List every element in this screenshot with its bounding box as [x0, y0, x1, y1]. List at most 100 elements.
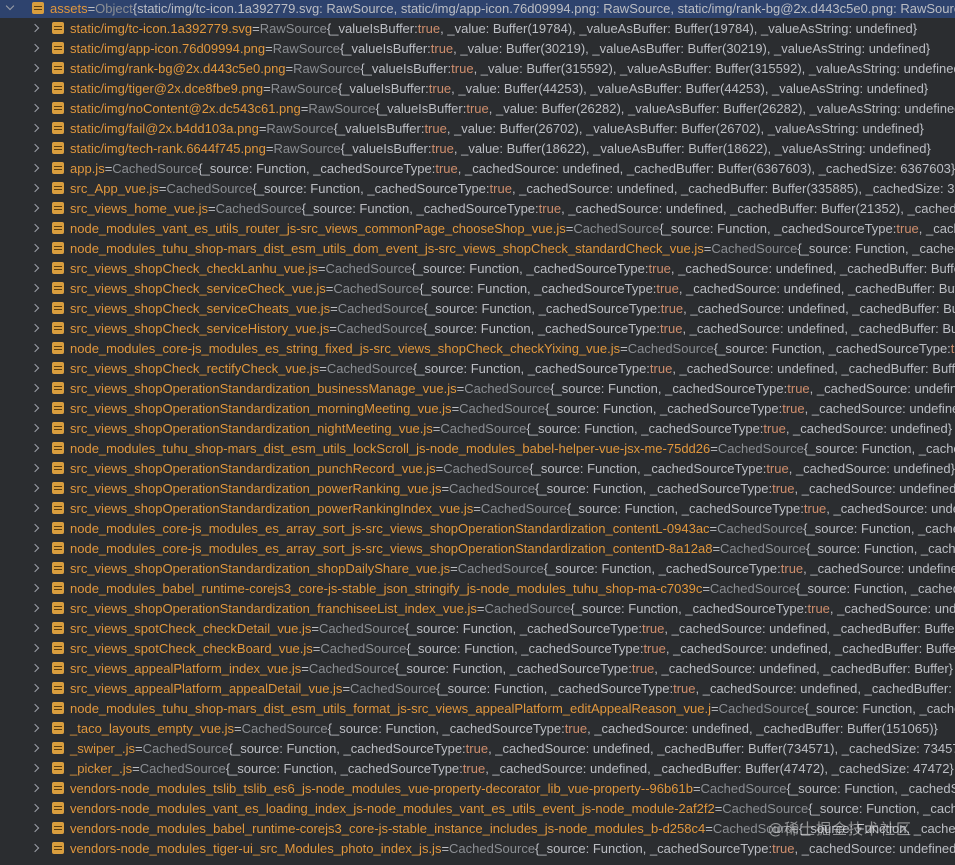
variable-value-prefix: {_source: Function, _cachedSourceType: — [526, 420, 764, 436]
chevron-right-icon[interactable] — [30, 542, 42, 554]
tree-row[interactable]: node_modules_tuhu_shop-mars_dist_esm_uti… — [0, 698, 955, 718]
chevron-right-icon[interactable] — [30, 102, 42, 114]
tree-row[interactable]: node_modules_core-js_modules_es_string_f… — [0, 338, 955, 358]
chevron-right-icon[interactable] — [30, 402, 42, 414]
chevron-right-icon[interactable] — [30, 722, 42, 734]
tree-row[interactable]: node_modules_core-js_modules_es_array_so… — [0, 518, 955, 538]
tree-row[interactable]: src_views_shopOperationStandardization_s… — [0, 558, 955, 578]
tree-row[interactable]: node_modules_babel_runtime-corejs3_core-… — [0, 578, 955, 598]
variable-type: CachedSource — [215, 200, 302, 216]
tree-row[interactable]: static/img/tc-icon.1a392779.svg = RawSou… — [0, 18, 955, 38]
chevron-right-icon[interactable] — [30, 562, 42, 574]
tree-row[interactable]: src_views_shopOperationStandardization_f… — [0, 598, 955, 618]
chevron-right-icon[interactable] — [30, 782, 42, 794]
chevron-right-icon[interactable] — [30, 582, 42, 594]
tree-row[interactable]: src_views_appealPlatform_appealDetail_vu… — [0, 678, 955, 698]
tree-row[interactable]: _picker_.js = CachedSource {_source: Fun… — [0, 758, 955, 778]
equals-sign: = — [432, 420, 441, 436]
chevron-right-icon[interactable] — [30, 282, 42, 294]
variable-icon — [52, 102, 64, 114]
chevron-right-icon[interactable] — [30, 182, 42, 194]
chevron-right-icon[interactable] — [30, 842, 42, 854]
tree-row[interactable]: src_views_shopCheck_serviceHistory_vue.j… — [0, 318, 955, 338]
variable-value-prefix: {_source: Function, _cachedSourceType: — [394, 660, 632, 676]
chevron-right-icon[interactable] — [30, 262, 42, 274]
tree-row[interactable]: static/img/tech-rank.6644f745.png = RawS… — [0, 138, 955, 158]
tree-row[interactable]: static/img/tiger@2x.dce8fbe9.png = RawSo… — [0, 78, 955, 98]
tree-row[interactable]: node_modules_tuhu_shop-mars_dist_esm_uti… — [0, 238, 955, 258]
variable-name: src_views_shopOperationStandardization_p… — [70, 480, 442, 496]
chevron-right-icon[interactable] — [30, 522, 42, 534]
chevron-right-icon[interactable] — [30, 702, 42, 714]
chevron-right-icon[interactable] — [30, 22, 42, 34]
variable-icon — [52, 582, 64, 594]
variable-icon — [52, 482, 64, 494]
tree-row[interactable]: _swiper_.js = CachedSource {_source: Fun… — [0, 738, 955, 758]
tree-row[interactable]: node_modules_core-js_modules_es_array_so… — [0, 538, 955, 558]
variable-name: static/img/tiger@2x.dce8fbe9.png — [70, 80, 264, 96]
tree-row[interactable]: src_views_shopOperationStandardization_m… — [0, 398, 955, 418]
tree-row[interactable]: src_views_shopCheck_serviceCheck_vue.js … — [0, 278, 955, 298]
chevron-right-icon[interactable] — [30, 162, 42, 174]
tree-row-assets[interactable]: assets = Object {static/img/tc-icon.1a39… — [0, 0, 955, 18]
tree-row[interactable]: src_App_vue.js = CachedSource {_source: … — [0, 178, 955, 198]
chevron-right-icon[interactable] — [30, 202, 42, 214]
tree-row[interactable]: static/img/noContent@2x.dc543c61.png = R… — [0, 98, 955, 118]
chevron-right-icon[interactable] — [30, 742, 42, 754]
chevron-right-icon[interactable] — [30, 622, 42, 634]
tree-row[interactable]: src_views_shopOperationStandardization_p… — [0, 478, 955, 498]
chevron-right-icon[interactable] — [30, 242, 42, 254]
variable-value-prefix: {_source: Function, _cachedSourceType: — [550, 380, 788, 396]
tree-row[interactable]: src_views_shopCheck_rectifyCheck_vue.js … — [0, 358, 955, 378]
tree-row[interactable]: src_views_appealPlatform_index_vue.js = … — [0, 658, 955, 678]
chevron-right-icon[interactable] — [30, 422, 42, 434]
tree-row[interactable]: src_views_shopOperationStandardization_n… — [0, 418, 955, 438]
chevron-right-icon[interactable] — [30, 342, 42, 354]
tree-row[interactable]: src_views_shopOperationStandardization_p… — [0, 458, 955, 478]
chevron-right-icon[interactable] — [30, 602, 42, 614]
tree-row[interactable]: src_views_shopCheck_serviceCheats_vue.js… — [0, 298, 955, 318]
chevron-right-icon[interactable] — [30, 122, 42, 134]
chevron-right-icon[interactable] — [30, 82, 42, 94]
tree-row[interactable]: static/img/app-icon.76d09994.png = RawSo… — [0, 38, 955, 58]
chevron-right-icon[interactable] — [30, 642, 42, 654]
chevron-right-icon[interactable] — [30, 322, 42, 334]
chevron-right-icon[interactable] — [30, 42, 42, 54]
equals-sign: = — [330, 300, 338, 316]
variable-type: CachedSource — [443, 460, 530, 476]
tree-row[interactable]: _taco_layouts_empty_vue.js = CachedSourc… — [0, 718, 955, 738]
tree-row[interactable]: src_views_home_vue.js = CachedSource {_s… — [0, 198, 955, 218]
tree-row[interactable]: src_views_spotCheck_checkDetail_vue.js =… — [0, 618, 955, 638]
chevron-right-icon[interactable] — [30, 462, 42, 474]
chevron-right-icon[interactable] — [30, 442, 42, 454]
tree-row[interactable]: static/img/fail@2x.b4dd103a.png = RawSou… — [0, 118, 955, 138]
chevron-right-icon[interactable] — [30, 482, 42, 494]
chevron-right-icon[interactable] — [30, 802, 42, 814]
chevron-right-icon[interactable] — [30, 682, 42, 694]
chevron-right-icon[interactable] — [30, 362, 42, 374]
tree-row[interactable]: vendors-node_modules_tiger-ui_src_Module… — [0, 838, 955, 858]
tree-row[interactable]: src_views_spotCheck_checkBoard_vue.js = … — [0, 638, 955, 658]
chevron-right-icon[interactable] — [30, 142, 42, 154]
variable-name: src_views_shopOperationStandardization_f… — [70, 600, 477, 616]
tree-row[interactable]: static/img/rank-bg@2x.d443c5e0.png = Raw… — [0, 58, 955, 78]
chevron-right-icon[interactable] — [30, 62, 42, 74]
chevron-right-icon[interactable] — [30, 222, 42, 234]
tree-row[interactable]: src_views_shopCheck_checkLanhu_vue.js = … — [0, 258, 955, 278]
tree-row[interactable]: src_views_shopOperationStandardization_b… — [0, 378, 955, 398]
tree-row[interactable]: node_modules_vant_es_utils_router_js-src… — [0, 218, 955, 238]
tree-row[interactable]: vendors-node_modules_vant_es_loading_ind… — [0, 798, 955, 818]
chevron-down-icon[interactable] — [4, 2, 16, 14]
tree-row[interactable]: vendors-node_modules_tslib_tslib_es6_js-… — [0, 778, 955, 798]
variable-type: CachedSource — [142, 740, 229, 756]
variable-value-keyword: true — [673, 680, 696, 696]
tree-row[interactable]: node_modules_tuhu_shop-mars_dist_esm_uti… — [0, 438, 955, 458]
chevron-right-icon[interactable] — [30, 762, 42, 774]
tree-row[interactable]: src_views_shopOperationStandardization_p… — [0, 498, 955, 518]
chevron-right-icon[interactable] — [30, 502, 42, 514]
chevron-right-icon[interactable] — [30, 382, 42, 394]
chevron-right-icon[interactable] — [30, 302, 42, 314]
chevron-right-icon[interactable] — [30, 822, 42, 834]
chevron-right-icon[interactable] — [30, 662, 42, 674]
tree-row[interactable]: app.js = CachedSource {_source: Function… — [0, 158, 955, 178]
